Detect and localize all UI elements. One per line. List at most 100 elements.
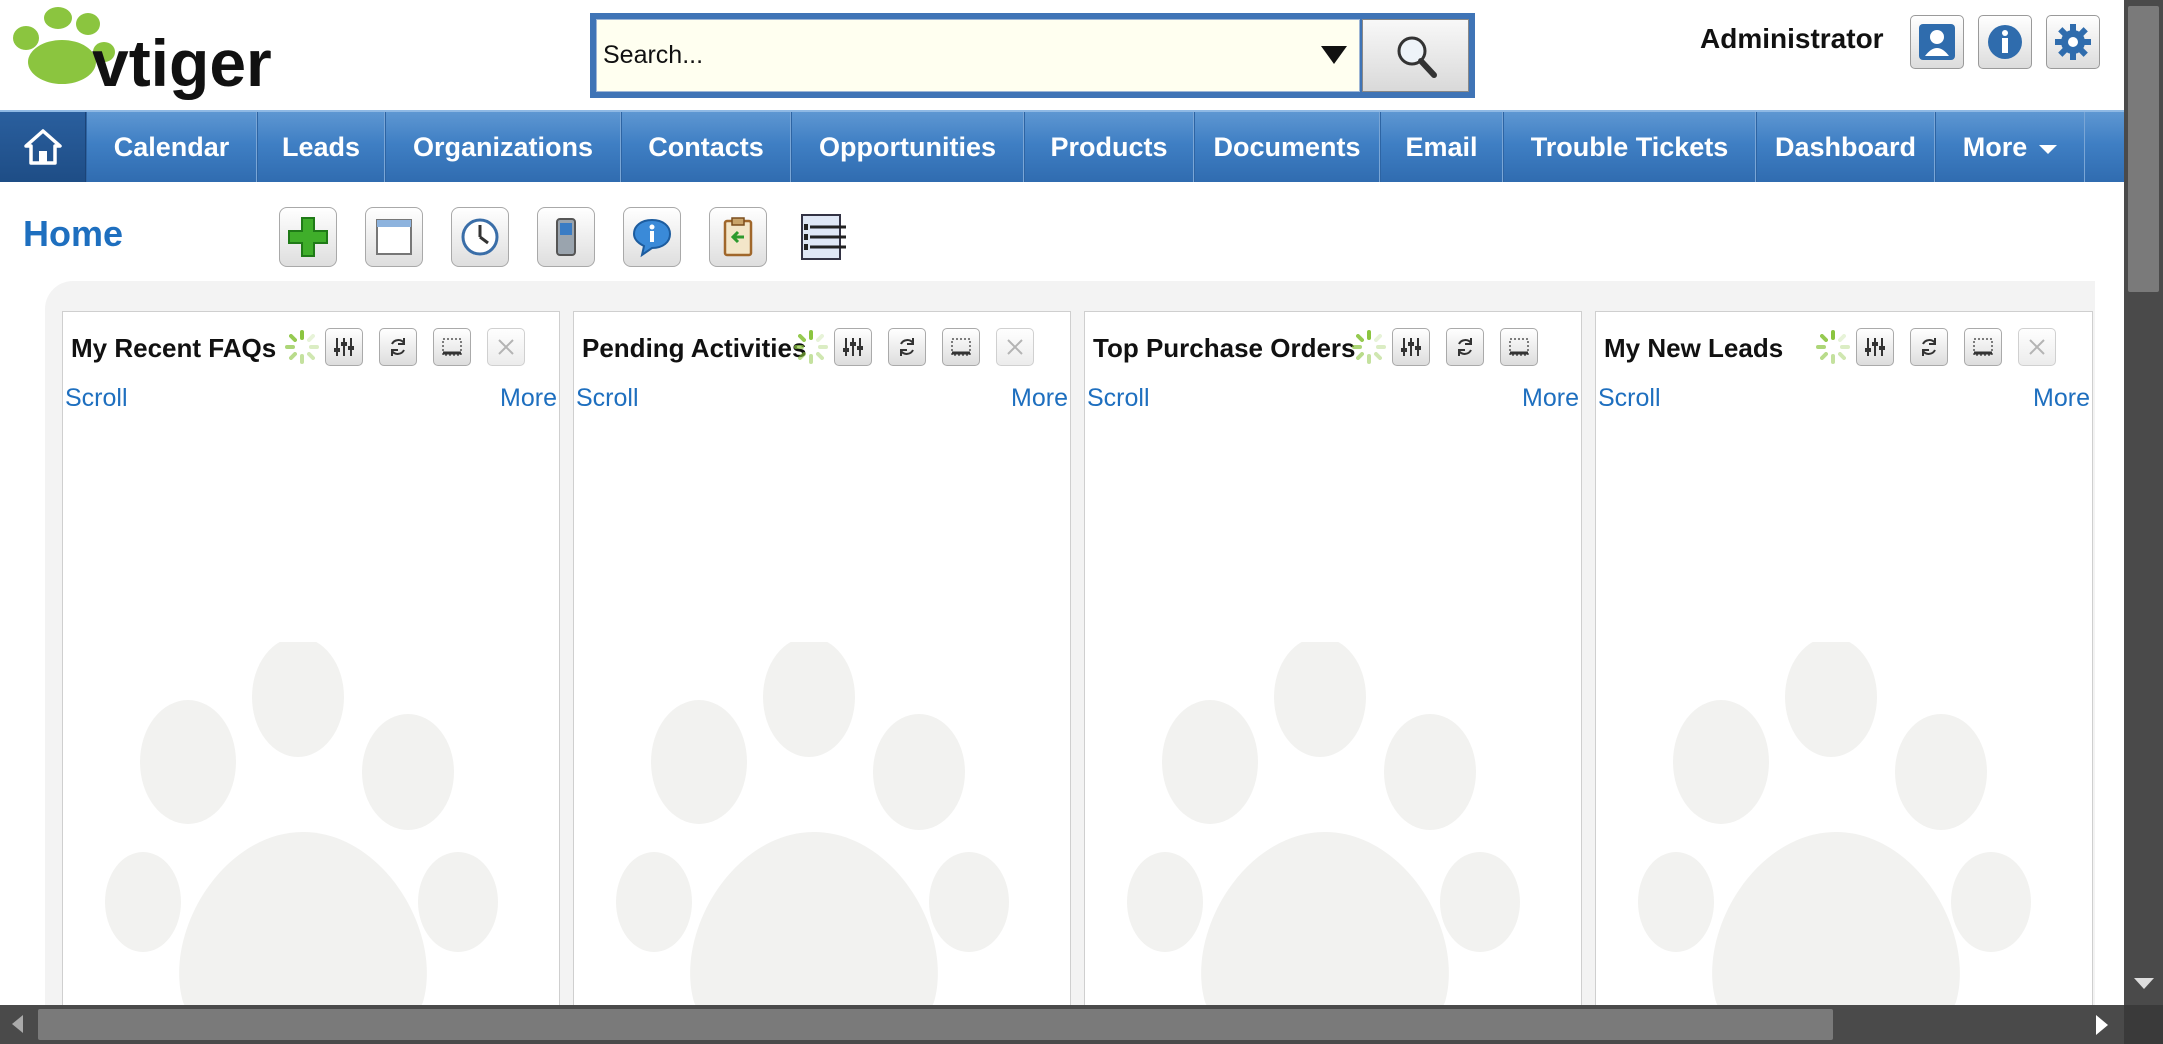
widget-refresh-button[interactable] <box>1446 328 1484 366</box>
nav-label: Calendar <box>113 131 230 162</box>
widget-close-button[interactable] <box>2018 328 2056 366</box>
application-viewport: vtiger Administrator <box>0 0 2124 1005</box>
recent-activity-button[interactable] <box>451 207 509 267</box>
minimize-icon <box>1509 338 1529 356</box>
widget-minimize-button[interactable] <box>433 328 471 366</box>
info-button[interactable] <box>1977 15 2032 69</box>
nav-label: Dashboard <box>1774 131 1917 162</box>
nav-home-button[interactable] <box>0 112 86 182</box>
paw-watermark-icon <box>105 642 498 1005</box>
widget-title: My New Leads <box>1604 332 1784 363</box>
vtiger-logo[interactable]: vtiger <box>0 0 390 108</box>
minimize-icon <box>1973 338 1993 356</box>
settings-button[interactable] <box>2045 15 2100 69</box>
widget-title: My Recent FAQs <box>71 332 277 363</box>
sliders-icon <box>1401 338 1421 356</box>
nav-trouble-tickets[interactable]: Trouble Tickets <box>1503 112 1756 182</box>
widget-links: Scroll More <box>574 384 1070 413</box>
nav-products[interactable]: Products <box>1024 112 1194 182</box>
list-view-button[interactable] <box>795 207 853 267</box>
widget-more-link[interactable]: More <box>1522 384 1579 413</box>
nav-label: Documents <box>1213 131 1361 162</box>
widget-scroll-link[interactable]: Scroll <box>1087 384 1150 413</box>
refresh-icon <box>900 338 914 356</box>
scroll-left-arrow-icon[interactable] <box>12 1015 23 1033</box>
widget-close-button[interactable] <box>996 328 1034 366</box>
nav-email[interactable]: Email <box>1380 112 1503 182</box>
widget-top-purchase-orders: Top Purchase Orders Scroll More <box>1084 311 1582 1005</box>
nav-opportunities[interactable]: Opportunities <box>791 112 1024 182</box>
nav-label: Leads <box>281 131 361 162</box>
widget-links: Scroll More <box>1596 384 2092 413</box>
scroll-down-arrow-icon[interactable] <box>2134 978 2154 989</box>
widget-close-button[interactable] <box>487 328 525 366</box>
nav-label: Trouble Tickets <box>1530 131 1729 162</box>
widget-refresh-button[interactable] <box>888 328 926 366</box>
nav-calendar[interactable]: Calendar <box>86 112 257 182</box>
widget-header[interactable]: Pending Activities <box>574 312 1070 384</box>
paw-watermark-icon <box>1127 642 1520 1005</box>
minimize-icon <box>442 338 462 356</box>
paw-watermark-icon <box>1638 642 2031 1005</box>
page-title: Home <box>23 213 124 254</box>
widget-minimize-button[interactable] <box>942 328 980 366</box>
nav-leads[interactable]: Leads <box>257 112 385 182</box>
add-widget-icon <box>288 217 328 257</box>
widget-more-link[interactable]: More <box>2033 384 2090 413</box>
user-preferences-button[interactable] <box>1909 15 1964 69</box>
widget-header[interactable]: My Recent FAQs <box>63 312 559 384</box>
nav-organizations[interactable]: Organizations <box>385 112 621 182</box>
global-search <box>590 13 1475 98</box>
main-navigation: Calendar Leads Organizations Contacts Op… <box>0 110 2124 182</box>
widget-settings-button[interactable] <box>1392 328 1430 366</box>
nav-label: Products <box>1050 131 1168 162</box>
search-input[interactable] <box>597 41 1297 70</box>
vertical-scroll-thumb[interactable] <box>2128 6 2159 292</box>
add-widget-button[interactable] <box>279 207 337 267</box>
mobile-button[interactable] <box>537 207 595 267</box>
widget-refresh-button[interactable] <box>379 328 417 366</box>
widget-links: Scroll More <box>1085 384 1581 413</box>
logo-text: vtiger <box>92 26 272 100</box>
horizontal-scrollbar[interactable] <box>0 1005 2163 1044</box>
widget-more-link[interactable]: More <box>500 384 557 413</box>
search-field[interactable] <box>596 19 1360 92</box>
widget-scroll-link[interactable]: Scroll <box>576 384 639 413</box>
widget-scroll-link[interactable]: Scroll <box>65 384 128 413</box>
widget-settings-button[interactable] <box>834 328 872 366</box>
widget-pending-activities: Pending Activities Scroll More <box>573 311 1071 1005</box>
widget-header[interactable]: My New Leads <box>1596 312 2092 384</box>
loading-spinner-icon <box>1350 328 1388 366</box>
widget-minimize-button[interactable] <box>1500 328 1538 366</box>
widget-body <box>63 442 559 1005</box>
user-name[interactable]: Administrator <box>1700 23 1884 55</box>
clipboard-import-icon <box>723 217 753 257</box>
widget-scroll-link[interactable]: Scroll <box>1598 384 1661 413</box>
vertical-scrollbar[interactable] <box>2124 0 2163 1005</box>
widget-settings-button[interactable] <box>1856 328 1894 366</box>
info-bubble-button[interactable] <box>623 207 681 267</box>
widget-more-link[interactable]: More <box>1011 384 1068 413</box>
nav-dashboard[interactable]: Dashboard <box>1756 112 1935 182</box>
nav-documents[interactable]: Documents <box>1194 112 1380 182</box>
loading-spinner-icon <box>283 328 321 366</box>
scroll-right-arrow-icon[interactable] <box>2096 1015 2108 1035</box>
nav-label: More <box>1962 131 2028 162</box>
widget-body <box>574 442 1070 1005</box>
home-icon <box>23 129 62 165</box>
settings-gear-icon <box>2054 24 2091 60</box>
widget-settings-button[interactable] <box>325 328 363 366</box>
refresh-icon <box>391 338 405 356</box>
search-button[interactable] <box>1362 19 1469 92</box>
widget-minimize-button[interactable] <box>1964 328 2002 366</box>
search-dropdown-icon[interactable] <box>1321 46 1347 64</box>
layout-button[interactable] <box>365 207 423 267</box>
nav-more[interactable]: More <box>1935 112 2085 182</box>
horizontal-scroll-thumb[interactable] <box>38 1009 1833 1040</box>
nav-contacts[interactable]: Contacts <box>621 112 791 182</box>
import-button[interactable] <box>709 207 767 267</box>
info-bubble-icon <box>632 218 672 258</box>
widget-header[interactable]: Top Purchase Orders <box>1085 312 1581 384</box>
loading-spinner-icon <box>792 328 830 366</box>
widget-refresh-button[interactable] <box>1910 328 1948 366</box>
